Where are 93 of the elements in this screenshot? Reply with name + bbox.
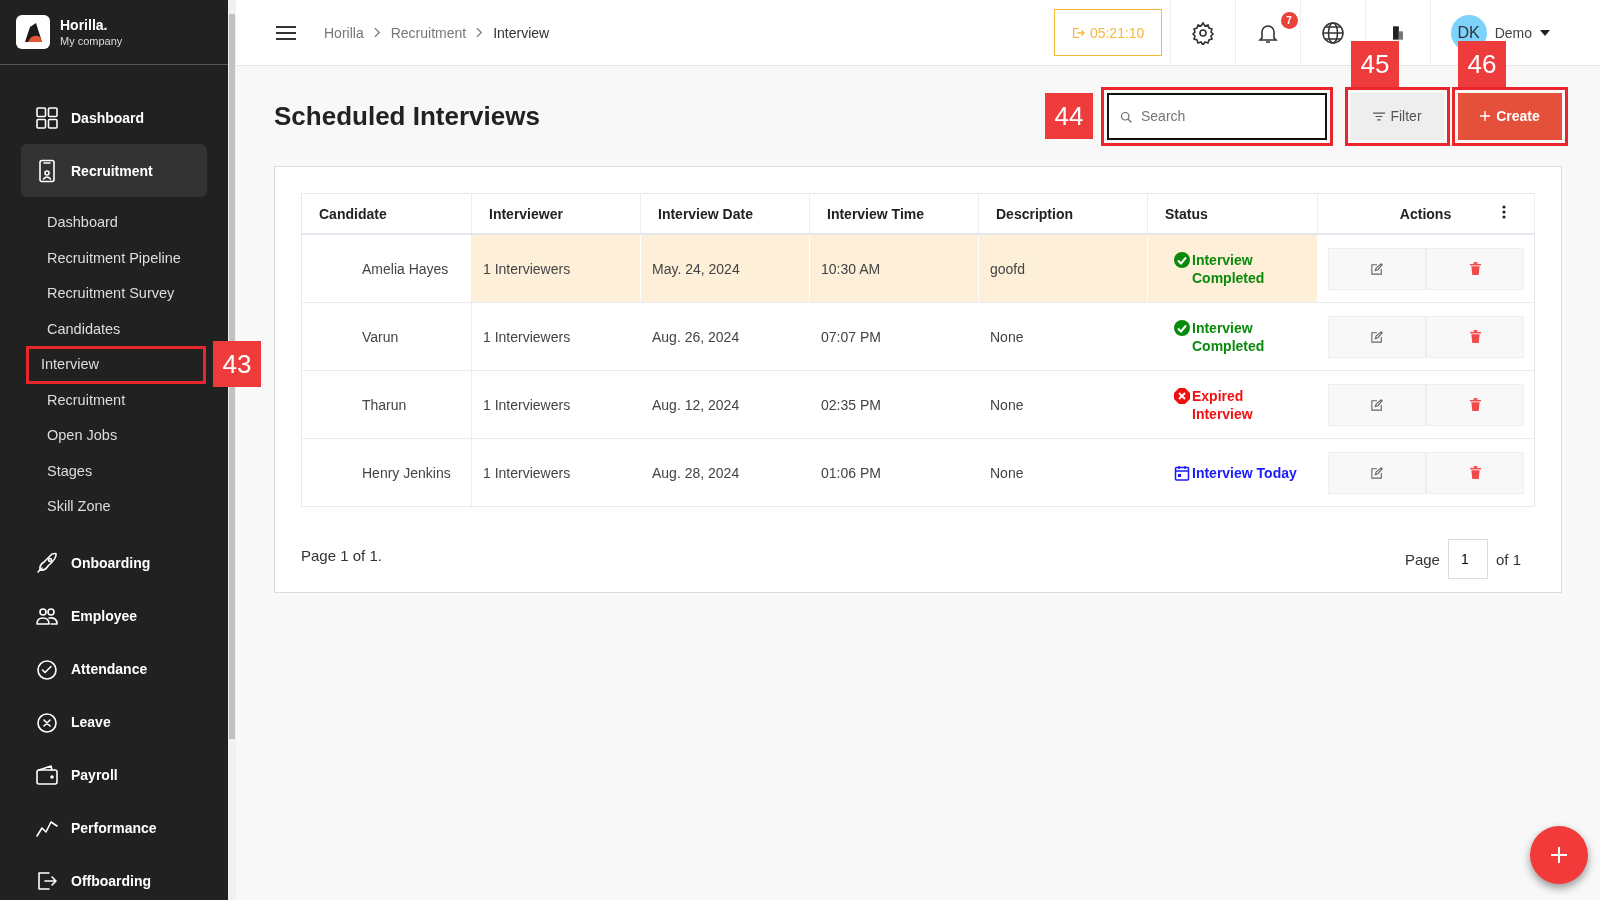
edit-icon [1371,330,1383,343]
plus-icon [1551,847,1567,863]
sidebar-item-icon [35,763,59,787]
building-icon[interactable] [1392,24,1403,41]
table-cell: 1 Interviewers [471,302,641,371]
column-header: Candidate [301,193,472,234]
status-icon [1174,387,1190,404]
edit-icon [1371,466,1383,479]
table-cell: Tharun [301,370,472,439]
sidebar-item-icon [35,551,59,575]
table-cell: Aug. 26, 2024 [640,302,810,371]
table-cell: 02:35 PM [809,370,979,439]
table-cell: 1 Interviewers [471,370,641,439]
annotation-badge: 44 [1045,92,1093,139]
sidebar-item-icon [35,869,59,893]
table-cell: 1 Interviewers [471,438,641,507]
column-header: Actions [1317,193,1474,234]
trash-icon [1469,398,1481,411]
submenu-item[interactable]: Recruitment Pipeline [27,240,205,276]
breadcrumb-link[interactable]: Recruitment [390,24,467,41]
sidebar-item[interactable]: Recruitment [21,144,207,197]
more-options-icon[interactable] [1502,205,1506,219]
filter-icon [1373,111,1386,121]
table-cell: goofd [978,234,1148,303]
table-cell: May. 24, 2024 [640,234,810,303]
caret-icon[interactable] [1540,29,1550,36]
submenu-item[interactable]: Candidates [27,311,205,347]
table-cell: None [978,370,1148,439]
sidebar-item[interactable]: Dashboard [21,91,207,144]
edit-icon [1371,398,1383,411]
add-button[interactable] [1530,826,1588,884]
menu-icon[interactable] [276,25,296,40]
table-cell: None [978,302,1148,371]
table-cell: Aug. 28, 2024 [640,438,810,507]
table-cell: 10:30 AM [809,234,979,303]
submenu-item[interactable]: Stages [27,453,205,489]
table-cell: Varun [301,302,472,371]
status-text: Interview Today [1192,463,1297,482]
status-text: Interview Completed [1192,318,1265,355]
annotation-badge: 43 [213,341,261,387]
sidebar-item-icon [35,657,59,681]
globe-icon[interactable] [1320,20,1345,45]
search-icon [1120,110,1132,123]
pagination-summary: Page 1 of 1. [301,547,382,564]
submenu-item[interactable]: Dashboard [27,205,205,241]
exit-icon [1070,25,1085,40]
settings-icon[interactable] [1190,20,1215,45]
table-cell: 1 Interviewers [471,234,641,303]
submenu-item[interactable]: Recruitment [27,382,205,418]
company-name: My company [60,35,123,47]
submenu-item[interactable]: Open Jobs [27,418,205,454]
sidebar-item-icon [35,710,59,734]
user-name[interactable]: Demo [1494,24,1532,41]
page-title: Scheduled Interviews [274,100,540,132]
status-text: Expired Interview [1192,386,1253,423]
sidebar-item[interactable]: Offboarding [21,854,207,900]
breadcrumb-link[interactable]: Interview [493,24,550,41]
table-cell: Aug. 12, 2024 [640,370,810,439]
status-icon [1174,319,1190,336]
table-cell: Amelia Hayes [301,234,472,303]
breadcrumb-link[interactable]: Horilla [324,24,364,41]
chevron-icon [373,27,381,38]
status-text: Interview Completed [1192,250,1265,287]
notification-count: 7 [1280,11,1298,29]
brand-name: Horilla. [60,17,109,33]
annotation-badge: 46 [1458,40,1506,87]
plus-icon [1480,111,1491,121]
trash-icon [1469,262,1481,275]
submenu-item[interactable]: Skill Zone [27,489,205,525]
status-icon [1174,464,1190,481]
table-cell: None [978,438,1148,507]
chevron-icon [476,27,484,38]
trash-icon [1469,330,1481,343]
submenu-item[interactable]: Recruitment Survey [27,276,205,312]
table-cell: 07:07 PM [809,302,979,371]
page-total: of 1 [1495,550,1521,568]
trash-icon [1469,466,1481,479]
sidebar-item[interactable]: Employee [21,589,207,643]
logo-icon [16,15,50,49]
sidebar-item[interactable]: Leave [21,695,207,749]
page-number-field[interactable]: 1 [1447,539,1488,579]
annotation-badge: 45 [1351,40,1399,87]
sidebar-item-icon [35,105,59,130]
status-icon [1174,251,1190,268]
sidebar-item[interactable]: Payroll [21,748,207,802]
table-cell: Henry Jenkins [301,438,472,507]
sidebar-item[interactable]: Onboarding [21,536,207,590]
sidebar-item[interactable]: Attendance [21,642,207,696]
search-field[interactable]: Search [1107,92,1327,140]
sidebar-item[interactable]: Performance [21,801,207,855]
table-cell: 01:06 PM [809,438,979,507]
edit-icon [1371,262,1383,275]
page-label: Page [1404,550,1440,568]
